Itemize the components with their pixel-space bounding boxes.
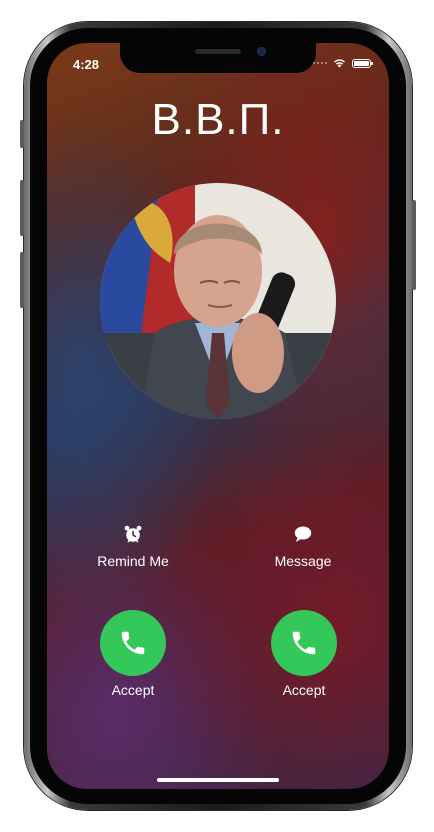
mute-switch — [20, 120, 24, 148]
front-camera — [257, 47, 266, 56]
notch — [120, 43, 316, 73]
accept-call-button[interactable] — [271, 610, 337, 676]
earpiece-speaker — [195, 49, 241, 54]
status-time: 4:28 — [73, 57, 100, 72]
accept-label-left: Accept — [111, 682, 155, 698]
volume-down-button — [20, 252, 24, 308]
battery-icon — [352, 58, 373, 68]
phone-icon — [292, 631, 316, 655]
remind-me-button[interactable]: Remind Me — [83, 524, 183, 569]
speech-bubble-icon — [294, 526, 312, 542]
caller-name: В.В.П. — [151, 95, 285, 144]
caller-avatar — [100, 183, 336, 419]
status-icons — [313, 58, 373, 68]
remind-me-label: Remind Me — [97, 553, 169, 569]
wifi-icon — [334, 59, 345, 68]
incoming-call-screen: 4:28 В.В.П. Remind Me Message Accept Acc… — [47, 43, 389, 789]
home-indicator[interactable] — [157, 778, 279, 782]
accept-button-left[interactable]: Accept — [83, 610, 183, 698]
alarm-clock-icon — [124, 525, 142, 543]
accept-button-right[interactable]: Accept — [254, 610, 354, 698]
cellular-signal-icon — [313, 62, 327, 64]
accept-call-button[interactable] — [100, 610, 166, 676]
message-label: Message — [274, 553, 332, 569]
volume-up-button — [20, 180, 24, 236]
phone-icon — [121, 631, 145, 655]
accept-label-right: Accept — [282, 682, 326, 698]
message-button[interactable]: Message — [253, 524, 353, 569]
power-button — [412, 200, 416, 290]
